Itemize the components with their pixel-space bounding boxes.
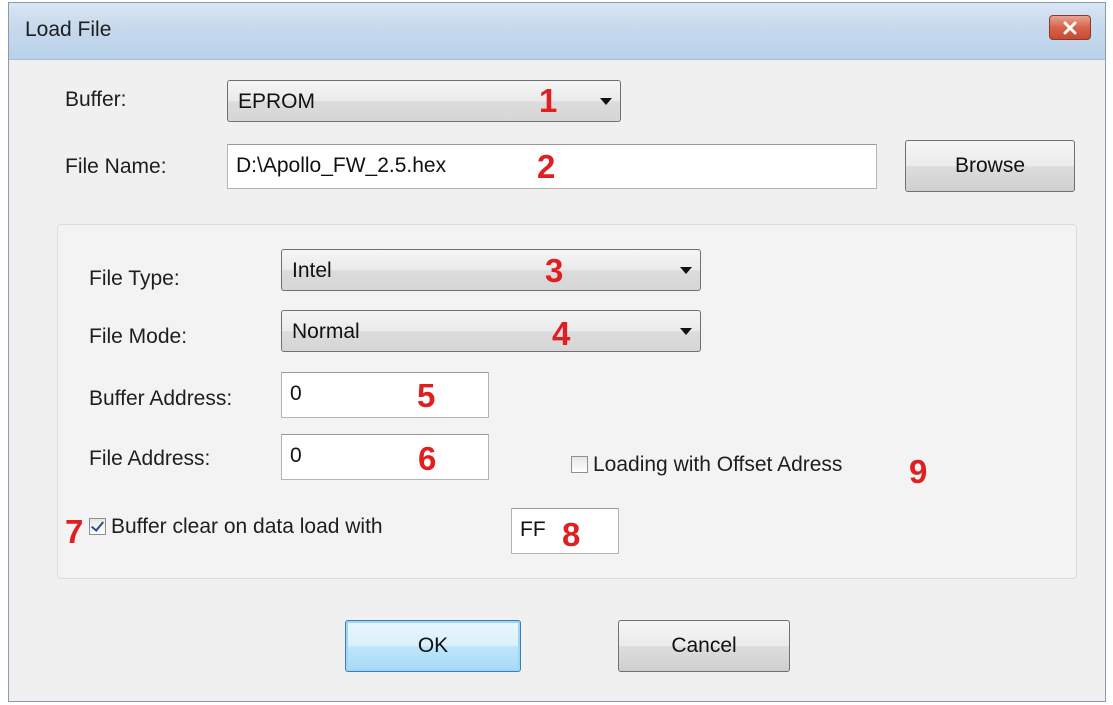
clear-value-value: FF [520,518,546,541]
close-icon [1063,21,1077,34]
callout-marker-4: 4 [552,315,571,352]
callout-marker-3: 3 [545,252,564,289]
callout-marker-7: 7 [65,513,84,550]
callout-marker-5: 5 [417,377,436,414]
buffer-label: Buffer: [65,88,127,111]
callout-marker-1: 1 [539,82,558,119]
chevron-down-icon [600,98,612,105]
callout-marker-9: 9 [909,453,928,490]
file-type-select-value: Intel [292,259,332,282]
file-name-value: D:\Apollo_FW_2.5.hex [236,154,447,177]
buffer-select[interactable]: EPROM [227,80,621,122]
browse-button[interactable]: Browse [905,140,1075,192]
buffer-clear-checkbox[interactable] [89,518,106,535]
file-mode-label: File Mode: [89,325,188,348]
file-mode-select[interactable]: Normal [281,310,701,352]
close-button[interactable] [1049,15,1091,40]
chevron-down-icon [680,328,692,335]
file-address-label: File Address: [89,447,211,470]
file-address-input[interactable]: 0 [281,434,489,480]
file-name-label: File Name: [65,155,167,178]
buffer-address-label: Buffer Address: [89,387,233,410]
buffer-clear-label: Buffer clear on data load with [111,515,383,538]
file-address-value: 0 [290,444,302,467]
file-mode-select-value: Normal [292,320,360,343]
offset-loading-checkbox[interactable] [571,456,588,473]
buffer-address-value: 0 [290,382,302,405]
load-file-dialog: Load File Buffer: EPROM 1 File Name: D:\… [8,2,1106,702]
file-type-select[interactable]: Intel [281,249,701,291]
window-title: Load File [25,18,112,41]
offset-loading-label: Loading with Offset Adress [593,453,843,476]
file-type-label: File Type: [89,267,180,290]
ok-button[interactable]: OK [345,620,521,672]
callout-marker-8: 8 [562,516,581,553]
chevron-down-icon [680,267,692,274]
title-bar: Load File [9,3,1105,60]
callout-marker-6: 6 [418,440,437,477]
buffer-select-value: EPROM [238,90,316,113]
buffer-address-input[interactable]: 0 [281,372,489,418]
callout-marker-2: 2 [537,148,556,185]
cancel-button[interactable]: Cancel [618,620,790,672]
